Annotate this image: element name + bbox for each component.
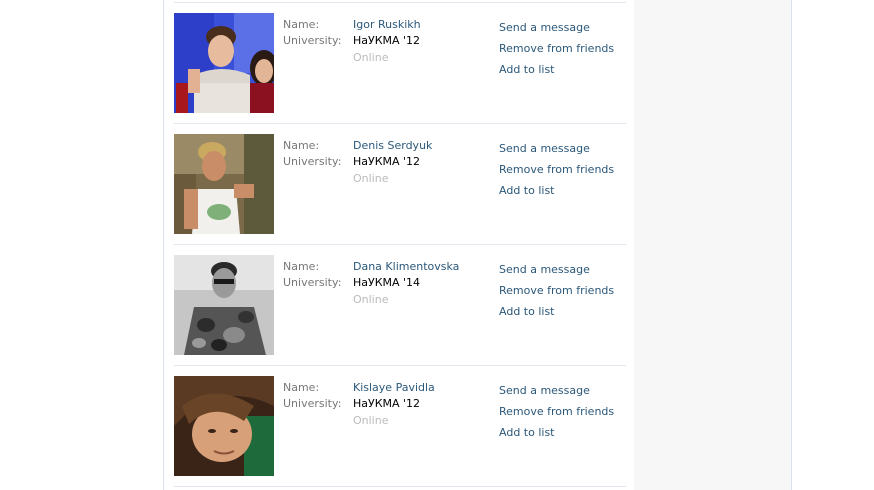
friend-row: Name: University: Dana Klimentovska НаУК… (174, 245, 626, 366)
friend-name-link[interactable]: Kislaye Pavidla (353, 380, 435, 396)
remove-friend-link[interactable]: Remove from friends (499, 280, 614, 301)
friend-row: Name: University: Kislaye Pavidla НаУКМА… (174, 366, 626, 487)
friend-name-link[interactable]: Denis Serdyuk (353, 138, 432, 154)
university-label: University: (283, 34, 342, 47)
online-status: Online (353, 172, 389, 185)
left-margin (0, 0, 163, 490)
friends-list: Name: University: Igor Ruskikh НаУКМА '1… (163, 0, 635, 490)
name-label: Name: (283, 18, 320, 31)
send-message-link[interactable]: Send a message (499, 138, 614, 159)
add-to-list-link[interactable]: Add to list (499, 301, 614, 322)
friend-photo[interactable] (174, 13, 274, 113)
online-status: Online (353, 51, 389, 64)
university-label: University: (283, 276, 342, 289)
name-label: Name: (283, 381, 320, 394)
online-status: Online (353, 293, 389, 306)
friend-photo[interactable] (174, 255, 274, 355)
add-to-list-link[interactable]: Add to list (499, 422, 614, 443)
send-message-link[interactable]: Send a message (499, 17, 614, 38)
friend-name-link[interactable]: Dana Klimentovska (353, 259, 459, 275)
friend-photo[interactable] (174, 134, 274, 234)
friend-row: Name: University: Denis Serdyuk НаУКМА '… (174, 124, 626, 245)
remove-friend-link[interactable]: Remove from friends (499, 38, 614, 59)
university-value: НаУКМА '12 (353, 397, 421, 410)
friend-row: Name: University: Igor Ruskikh НаУКМА '1… (174, 3, 626, 124)
university-label: University: (283, 155, 342, 168)
send-message-link[interactable]: Send a message (499, 380, 614, 401)
online-status: Online (353, 414, 389, 427)
friend-photo[interactable] (174, 376, 274, 476)
remove-friend-link[interactable]: Remove from friends (499, 401, 614, 422)
friend-name-link[interactable]: Igor Ruskikh (353, 17, 421, 33)
name-label: Name: (283, 260, 320, 273)
university-label: University: (283, 397, 342, 410)
right-sidebar (634, 0, 792, 490)
send-message-link[interactable]: Send a message (499, 259, 614, 280)
add-to-list-link[interactable]: Add to list (499, 59, 614, 80)
university-value: НаУКМА '14 (353, 276, 421, 289)
name-label: Name: (283, 139, 320, 152)
university-value: НаУКМА '12 (353, 155, 421, 168)
university-value: НаУКМА '12 (353, 34, 421, 47)
add-to-list-link[interactable]: Add to list (499, 180, 614, 201)
remove-friend-link[interactable]: Remove from friends (499, 159, 614, 180)
